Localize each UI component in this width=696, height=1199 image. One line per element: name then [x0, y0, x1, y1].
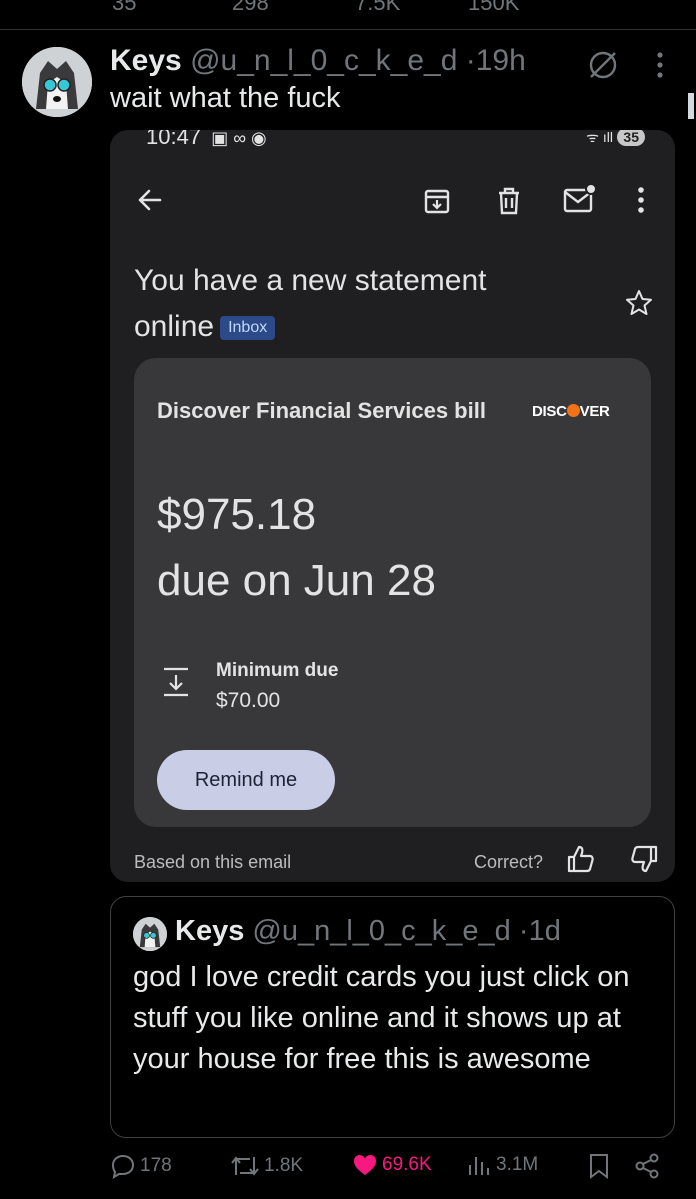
quoted-avatar[interactable] — [133, 917, 167, 951]
correct-prompt: Correct? — [474, 852, 544, 872]
email-more-icon[interactable] — [634, 185, 648, 215]
star-icon[interactable] — [624, 288, 654, 318]
more-options-icon[interactable] — [650, 48, 670, 87]
reply-icon — [111, 1154, 135, 1179]
heart-icon — [354, 1155, 376, 1175]
views-count-partial[interactable]: 150K — [468, 0, 519, 16]
archive-icon[interactable] — [422, 186, 452, 216]
tweet-text: wait what the fuck — [110, 82, 341, 114]
like-count-partial[interactable]: 7.5K — [355, 0, 400, 16]
card-title: Discover Financial Services bill — [157, 398, 486, 423]
mark-unread-icon[interactable] — [562, 182, 598, 216]
quoted-tweet-text: god I love credit cards you just click o… — [133, 961, 630, 1075]
grok-icon[interactable] — [586, 48, 620, 87]
remind-me-button[interactable]: Remind me — [157, 750, 335, 810]
bookmark-button[interactable] — [588, 1153, 610, 1179]
repost-icon — [231, 1156, 259, 1176]
status-right-icons: ᯤ ıll 35 — [586, 130, 645, 147]
quoted-tweet[interactable]: Keys @u_n_l_0_c_k_e_d ·1d god I love cre… — [110, 896, 675, 1138]
views-count: 3.1M — [496, 1154, 539, 1175]
due-date: due on Jun 28 — [157, 556, 436, 605]
thumbs-up-icon[interactable] — [565, 844, 595, 874]
scrollbar[interactable] — [688, 93, 694, 119]
attached-screenshot[interactable]: 10:47 ▣ ∞ ◉ ᯤ ıll 35 You have a new stat… — [110, 130, 675, 882]
bookmark-icon — [590, 1154, 608, 1179]
thumbs-down-icon[interactable] — [630, 844, 660, 874]
status-bar: 10:47 ▣ ∞ ◉ — [146, 130, 267, 150]
notification-icons: ▣ ∞ ◉ — [211, 130, 267, 148]
separator-dot: · — [518, 915, 529, 947]
reply-count-partial[interactable]: 35 — [112, 0, 136, 16]
repost-count-partial[interactable]: 298 — [232, 0, 269, 16]
previous-tweet-actions: 35 298 7.5K 150K — [0, 0, 696, 30]
tweet-time[interactable]: 19h — [476, 44, 526, 77]
battery-badge: 35 — [617, 130, 645, 146]
discover-logo-left: DISC — [532, 403, 567, 420]
author-name[interactable]: Keys — [110, 44, 182, 77]
minimum-due-value: $70.00 — [216, 689, 281, 712]
discover-logo: DISC VER — [532, 403, 610, 420]
bill-summary-card: Discover Financial Services bill DISC VER… — [134, 358, 651, 827]
reply-count: 178 — [140, 1155, 172, 1176]
like-count: 69.6K — [382, 1154, 432, 1175]
quoted-author-handle[interactable]: @u_n_l_0_c_k_e_d — [252, 915, 510, 947]
separator-dot: · — [465, 44, 476, 77]
author-handle[interactable]: @u_n_l_0_c_k_e_d — [190, 44, 457, 77]
share-button[interactable] — [634, 1153, 660, 1179]
signal-icon: ᯤ ıll — [586, 130, 613, 145]
husky-avatar-icon — [22, 47, 92, 117]
quoted-author-name[interactable]: Keys — [175, 915, 244, 947]
views-icon — [469, 1157, 489, 1175]
based-on-email-text: Based on this email — [134, 852, 292, 872]
repost-button[interactable]: 1.8K — [230, 1153, 303, 1179]
quoted-time[interactable]: 1d — [529, 915, 561, 947]
status-time: 10:47 — [146, 130, 202, 149]
minimum-due-icon — [164, 667, 188, 697]
subject-text: You have a new statement online — [134, 264, 487, 343]
inbox-label-chip[interactable]: Inbox — [220, 316, 276, 340]
views-button[interactable]: 3.1M — [466, 1153, 538, 1177]
share-icon — [635, 1153, 659, 1179]
quoted-author-row: Keys @u_n_l_0_c_k_e_d ·1d — [175, 915, 561, 948]
back-arrow-icon[interactable] — [136, 186, 164, 214]
reply-button[interactable]: 178 — [110, 1153, 172, 1179]
avatar[interactable] — [22, 47, 92, 117]
bill-amount: $975.18 — [157, 490, 317, 539]
delete-icon[interactable] — [494, 185, 524, 217]
husky-avatar-icon — [133, 917, 167, 951]
discover-logo-right: VER — [579, 403, 610, 420]
repost-count: 1.8K — [264, 1155, 304, 1176]
tweet-author-row: Keys @u_n_l_0_c_k_e_d ·19h — [110, 44, 526, 78]
like-button[interactable]: 69.6K — [352, 1153, 432, 1177]
email-subject: You have a new statement online Inbox — [134, 258, 554, 350]
discover-logo-dot — [566, 404, 580, 417]
minimum-due-label: Minimum due — [216, 660, 339, 681]
